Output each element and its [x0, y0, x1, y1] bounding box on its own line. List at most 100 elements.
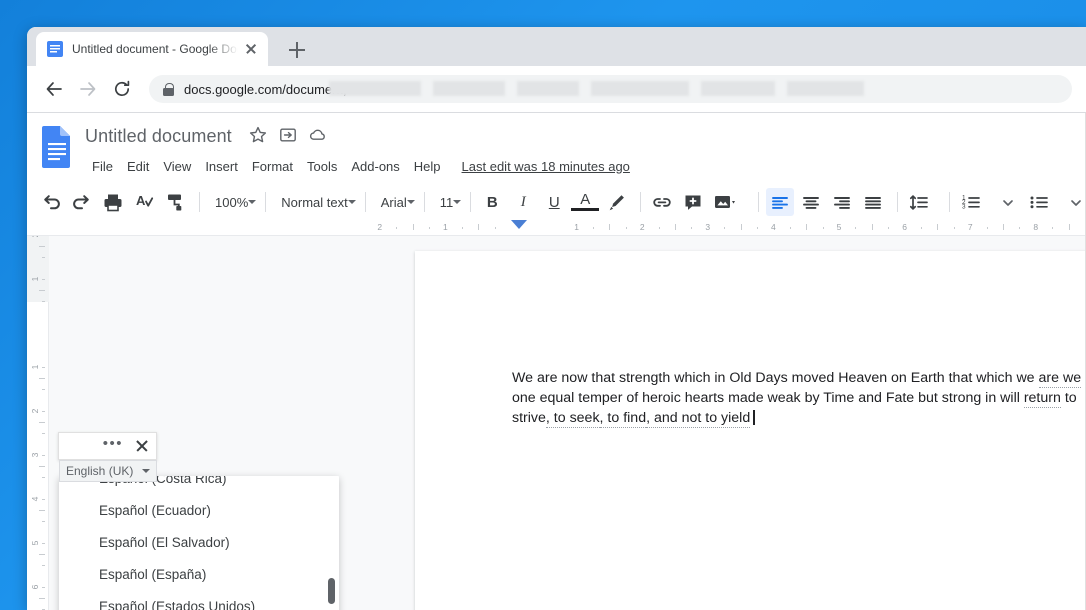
language-panel-header: •••: [58, 432, 157, 460]
address-bar[interactable]: docs.google.com/document,: [149, 75, 1072, 103]
language-options-list[interactable]: Español (Costa Rica) Español (Ecuador) Esp…: [59, 476, 339, 610]
menu-file[interactable]: File: [85, 157, 120, 176]
doc-line1-text: We are now that strength which in Old Da…: [512, 370, 1039, 386]
doc-line3-b[interactable]: , to seek: [545, 409, 600, 428]
doc-line2-text: one equal temper of heroic hearts made w…: [512, 389, 1024, 406]
zoom-dropdown[interactable]: 100%: [207, 189, 258, 215]
vertical-ruler-tick: [39, 378, 45, 379]
numbered-list-icon[interactable]: 123: [957, 188, 991, 216]
spell-check-icon[interactable]: A: [130, 188, 158, 216]
paint-format-icon[interactable]: [161, 188, 189, 216]
vertical-ruler-tick: [42, 257, 45, 258]
ruler-tick: [937, 224, 939, 230]
font-family-dropdown[interactable]: Arial: [373, 189, 417, 215]
line-spacing-icon[interactable]: [905, 188, 939, 216]
reload-icon[interactable]: [107, 74, 137, 104]
align-left-icon[interactable]: [766, 188, 795, 216]
numbered-list-chevron-icon[interactable]: [994, 188, 1022, 216]
ruler-tick: [986, 227, 988, 229]
language-option[interactable]: Español (El Salvador): [59, 526, 339, 558]
bulleted-list-icon[interactable]: [1025, 188, 1059, 216]
ruler-tick: [658, 227, 660, 229]
docs-logo-icon[interactable]: [40, 125, 76, 172]
doc-line1-spellcheck[interactable]: are we: [1038, 370, 1082, 388]
document-text[interactable]: We are now that strength which in Old Da…: [512, 369, 1086, 428]
close-icon[interactable]: [135, 439, 149, 453]
menu-tools[interactable]: Tools: [300, 157, 344, 176]
page-title[interactable]: Untitled document: [85, 126, 232, 147]
more-options-icon[interactable]: •••: [103, 436, 123, 452]
bold-button[interactable]: B: [478, 188, 506, 216]
toolbar-divider: [897, 192, 899, 212]
add-comment-icon[interactable]: [679, 188, 707, 216]
toolbar-divider: [199, 192, 200, 212]
first-line-indent-marker[interactable]: [511, 220, 527, 229]
ruler-label: 3: [705, 222, 711, 232]
highlighter-icon[interactable]: [602, 188, 630, 216]
menu-insert[interactable]: Insert: [198, 157, 245, 176]
move-to-folder-icon[interactable]: [278, 125, 300, 147]
svg-text:A: A: [136, 193, 146, 208]
undo-icon[interactable]: [37, 188, 65, 216]
back-arrow-icon[interactable]: [39, 74, 69, 104]
language-option[interactable]: Español (Estados Unidos): [59, 590, 339, 610]
browser-tab[interactable]: Untitled document - Google Doc: [36, 32, 268, 66]
document-page[interactable]: We are now that strength which in Old Da…: [415, 251, 1086, 610]
language-selector-button[interactable]: English (UK): [59, 460, 157, 482]
menu-edit[interactable]: Edit: [120, 157, 156, 176]
vertical-ruler[interactable]: 211234567: [27, 236, 49, 610]
doc-line3-d[interactable]: , and not to yield: [646, 409, 751, 428]
ruler-tick: [757, 227, 758, 229]
vertical-ruler-tick: [39, 466, 45, 467]
link-icon[interactable]: [648, 188, 676, 216]
bold-label: B: [486, 193, 498, 211]
vertical-ruler-tick: [42, 565, 45, 566]
font-size-dropdown[interactable]: 11: [432, 189, 464, 215]
cloud-status-icon[interactable]: [308, 125, 330, 147]
language-list-scrollbar[interactable]: [328, 578, 335, 604]
ruler-tick: [494, 227, 496, 229]
paragraph-style-dropdown[interactable]: Normal text: [273, 189, 357, 215]
align-right-icon[interactable]: [828, 188, 856, 216]
vertical-ruler-label: 2: [30, 236, 40, 237]
vertical-ruler-label: 5: [30, 540, 40, 546]
language-option[interactable]: Español (España): [59, 558, 339, 590]
doc-line2-spellcheck2[interactable]: return: [1023, 389, 1061, 408]
print-icon[interactable]: [99, 188, 127, 216]
menu-format[interactable]: Format: [245, 157, 300, 176]
editor-area: 211234567 We are now that strength which…: [27, 236, 1086, 610]
vertical-ruler-tick: [39, 422, 45, 423]
vertical-ruler-tick: [39, 246, 45, 247]
vertical-ruler-tick: [42, 543, 45, 544]
redo-icon[interactable]: [68, 188, 96, 216]
star-icon[interactable]: [248, 125, 270, 147]
ruler-tick: [1068, 224, 1070, 230]
vertical-ruler-tick: [42, 433, 45, 434]
horizontal-ruler[interactable]: 21123456789101112131415: [27, 219, 1086, 236]
italic-button[interactable]: I: [509, 188, 537, 216]
close-icon[interactable]: [242, 40, 260, 58]
new-tab-button[interactable]: [283, 36, 311, 64]
align-justify-icon[interactable]: [859, 188, 887, 216]
document-title-row: Untitled document: [85, 122, 1086, 150]
last-edit-status[interactable]: Last edit was 18 minutes ago: [462, 159, 630, 174]
google-docs-app: Untitled document File Edit View Insert …: [27, 113, 1086, 610]
ruler-tick: [412, 224, 414, 230]
ruler-label: 1: [574, 222, 579, 232]
bulleted-list-chevron-icon[interactable]: [1062, 188, 1086, 216]
underline-button[interactable]: U: [540, 188, 568, 216]
vertical-ruler-tick: [42, 367, 45, 368]
text-color-button[interactable]: A: [571, 188, 600, 216]
lock-icon: [163, 82, 174, 96]
menu-view[interactable]: View: [156, 157, 198, 176]
menu-add-ons[interactable]: Add-ons: [344, 157, 406, 176]
vertical-ruler-tick: [42, 279, 45, 280]
doc-line3-c[interactable]: , to find: [599, 409, 647, 428]
vertical-ruler-margin-shade: [27, 236, 49, 302]
ruler-tick: [888, 227, 890, 229]
align-center-icon[interactable]: [797, 188, 825, 216]
menu-help[interactable]: Help: [407, 157, 448, 176]
language-option[interactable]: Español (Ecuador): [59, 494, 339, 526]
insert-image-icon[interactable]: [710, 188, 748, 216]
svg-text:3: 3: [962, 203, 966, 210]
